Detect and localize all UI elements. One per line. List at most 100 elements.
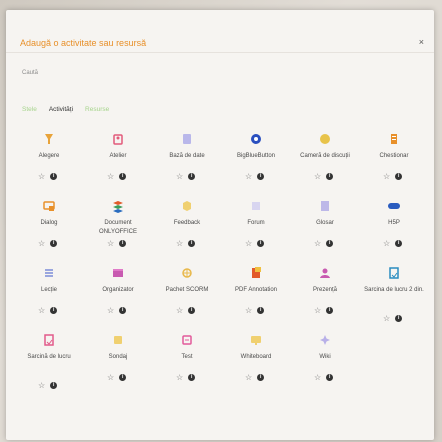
- info-icon[interactable]: i: [257, 307, 265, 314]
- tab-starred[interactable]: Stele: [22, 106, 37, 113]
- star-icon[interactable]: ☆: [107, 172, 114, 181]
- activity-tile[interactable]: Pachet SCORM ☆ i: [154, 262, 220, 328]
- glossary-icon: [318, 199, 332, 213]
- activity-tile[interactable]: BigBlueButton ☆ i: [223, 128, 289, 194]
- activity-tile[interactable]: Document ONLYOFFICE ☆ i: [85, 195, 151, 261]
- star-icon[interactable]: ☆: [245, 239, 252, 248]
- activity-tile[interactable]: Atelier ☆ i: [85, 128, 151, 194]
- survey-icon: [111, 333, 125, 347]
- activity-label: Test: [181, 354, 193, 360]
- activity-label: Organizator: [102, 287, 134, 293]
- info-icon[interactable]: i: [326, 374, 334, 381]
- star-icon[interactable]: ☆: [245, 373, 252, 382]
- tile-actions: ☆ i: [107, 172, 133, 181]
- page-background: Adaugă o activitate sau resursă × Caută …: [0, 0, 442, 442]
- activity-tile[interactable]: Sarcină de lucru ☆ i: [16, 329, 82, 395]
- tile-actions: ☆ i: [176, 373, 202, 382]
- activity-label: Dialog: [40, 220, 58, 226]
- star-icon[interactable]: ☆: [107, 306, 114, 315]
- tile-actions: ☆ i: [38, 239, 64, 248]
- activity-tile[interactable]: Organizator ☆ i: [85, 262, 151, 328]
- info-icon[interactable]: i: [188, 307, 196, 314]
- activity-tile[interactable]: Feedback ☆ i: [154, 195, 220, 261]
- activity-tile[interactable]: Glosar ☆ i: [292, 195, 358, 261]
- info-icon[interactable]: i: [188, 240, 196, 247]
- star-icon[interactable]: ☆: [38, 381, 45, 390]
- activity-tile[interactable]: Bază de date ☆ i: [154, 128, 220, 194]
- star-icon[interactable]: ☆: [38, 239, 45, 248]
- tile-actions: ☆ i: [314, 306, 340, 315]
- star-icon[interactable]: ☆: [245, 306, 252, 315]
- chat-icon: [318, 132, 332, 146]
- activity-tile[interactable]: Cameră de discuții ☆ i: [292, 128, 358, 194]
- activity-tile[interactable]: Forum ☆ i: [223, 195, 289, 261]
- tile-actions: ☆ i: [176, 172, 202, 181]
- whiteboard-icon: [249, 333, 263, 347]
- star-icon[interactable]: ☆: [107, 373, 114, 382]
- activity-label: Wiki: [319, 354, 331, 360]
- close-button[interactable]: ×: [419, 37, 424, 47]
- star-icon[interactable]: ☆: [314, 172, 321, 181]
- star-icon[interactable]: ☆: [107, 239, 114, 248]
- feedback-questionnaire-icon: [387, 132, 401, 146]
- info-icon[interactable]: i: [395, 173, 403, 180]
- star-icon[interactable]: ☆: [314, 373, 321, 382]
- activity-tile[interactable]: Dialog ☆ i: [16, 195, 82, 261]
- lesson-icon: [42, 266, 56, 280]
- info-icon[interactable]: i: [119, 374, 127, 381]
- info-icon[interactable]: i: [50, 307, 58, 314]
- star-icon[interactable]: ☆: [245, 172, 252, 181]
- info-icon[interactable]: i: [188, 173, 196, 180]
- star-icon[interactable]: ☆: [176, 239, 183, 248]
- assignment2-icon: [387, 266, 401, 280]
- tile-actions: ☆ i: [245, 373, 271, 382]
- info-icon[interactable]: i: [395, 315, 403, 322]
- activity-tile[interactable]: PDF Annotation ☆ i: [223, 262, 289, 328]
- tile-actions: ☆ i: [245, 306, 271, 315]
- info-icon[interactable]: i: [50, 382, 58, 389]
- tile-actions: ☆ i: [314, 373, 340, 382]
- info-icon[interactable]: i: [188, 374, 196, 381]
- info-icon[interactable]: i: [119, 240, 127, 247]
- star-icon[interactable]: ☆: [38, 172, 45, 181]
- info-icon[interactable]: i: [119, 173, 127, 180]
- star-icon[interactable]: ☆: [176, 306, 183, 315]
- activity-label: Feedback: [173, 220, 201, 226]
- info-icon[interactable]: i: [257, 173, 265, 180]
- tile-actions: ☆ i: [107, 373, 133, 382]
- info-icon[interactable]: i: [395, 240, 403, 247]
- activity-tile[interactable]: Prezență ☆ i: [292, 262, 358, 328]
- star-icon[interactable]: ☆: [176, 172, 183, 181]
- info-icon[interactable]: i: [119, 307, 127, 314]
- star-icon[interactable]: ☆: [383, 172, 390, 181]
- star-icon[interactable]: ☆: [383, 314, 390, 323]
- star-icon[interactable]: ☆: [314, 239, 321, 248]
- activity-tile[interactable]: Alegere ☆ i: [16, 128, 82, 194]
- tab-resources[interactable]: Resurse: [85, 106, 109, 113]
- info-icon[interactable]: i: [326, 307, 334, 314]
- star-icon[interactable]: ☆: [38, 306, 45, 315]
- star-icon[interactable]: ☆: [314, 306, 321, 315]
- info-icon[interactable]: i: [257, 374, 265, 381]
- activity-tile[interactable]: Sondaj ☆ i: [85, 329, 151, 395]
- activity-tile[interactable]: Lecție ☆ i: [16, 262, 82, 328]
- activity-tile[interactable]: Sarcina de lucru 2 din. ☆ i: [361, 262, 427, 328]
- tab-activities[interactable]: Activități: [49, 106, 73, 113]
- dialogue-icon: [42, 199, 56, 213]
- forum-icon: [249, 199, 263, 213]
- activity-tile[interactable]: Wiki ☆ i: [292, 329, 358, 395]
- search-input[interactable]: Caută: [22, 70, 322, 86]
- info-icon[interactable]: i: [50, 240, 58, 247]
- activity-label: Chestionar: [379, 153, 409, 159]
- info-icon[interactable]: i: [326, 173, 334, 180]
- star-icon[interactable]: ☆: [383, 239, 390, 248]
- activity-label: BigBlueButton: [236, 153, 276, 159]
- info-icon[interactable]: i: [326, 240, 334, 247]
- activity-tile[interactable]: Test ☆ i: [154, 329, 220, 395]
- info-icon[interactable]: i: [257, 240, 265, 247]
- activity-tile[interactable]: H5P ☆ i: [361, 195, 427, 261]
- activity-tile[interactable]: Chestionar ☆ i: [361, 128, 427, 194]
- info-icon[interactable]: i: [50, 173, 58, 180]
- star-icon[interactable]: ☆: [176, 373, 183, 382]
- activity-tile[interactable]: Whiteboard ☆ i: [223, 329, 289, 395]
